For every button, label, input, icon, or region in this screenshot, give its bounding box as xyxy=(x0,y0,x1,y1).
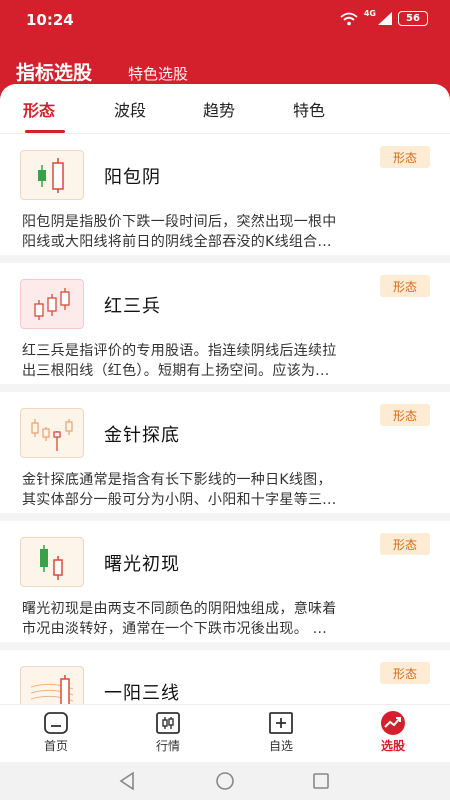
candlestick-hammer-icon xyxy=(20,408,84,458)
stock-picker-icon xyxy=(363,709,423,737)
category-badge: 形态 xyxy=(380,662,430,684)
candlestick-piercing-icon xyxy=(20,537,84,587)
card-description: 曙光初现是由两支不同颜色的阴阳烛组成，意味着 市况由淡转好，通常在一个下跌市况後… xyxy=(22,601,337,637)
home-circle-icon[interactable] xyxy=(215,771,235,795)
market-icon xyxy=(138,709,198,737)
strategy-card[interactable]: 阳包阴 形态 阳包阴是指股价下跌一段时间后，突然出现一根中 阳线或大阳线将前日的… xyxy=(0,134,450,263)
nav-home[interactable]: 首页 xyxy=(26,709,86,754)
candlestick-bullish-engulfing-icon xyxy=(20,150,84,200)
card-title: 一阳三线 xyxy=(104,683,180,704)
card-description: 阳包阴是指股价下跌一段时间后，突然出现一根中 阳线或大阳线将前日的阴线全部吞没的… xyxy=(22,214,337,250)
card-title: 金针探底 xyxy=(104,425,180,446)
category-tabs: 形态 波段 趋势 特色 xyxy=(0,84,450,134)
candlestick-three-soldiers-icon xyxy=(20,279,84,329)
candlestick-one-yang-three-lines-icon xyxy=(20,666,84,704)
nav-watchlist[interactable]: 自选 xyxy=(251,709,311,754)
category-badge: 形态 xyxy=(380,404,430,426)
wifi-icon xyxy=(340,12,358,26)
top-nav: 指标选股 特色选股 xyxy=(16,58,188,85)
home-icon xyxy=(26,709,86,737)
top-tab-featured-picker[interactable]: 特色选股 xyxy=(128,63,188,84)
strategy-card[interactable]: 曙光初现 形态 曙光初现是由两支不同颜色的阴阳烛组成，意味着 市况由淡转好，通常… xyxy=(0,521,450,650)
watchlist-add-icon xyxy=(251,709,311,737)
nav-stock-picker[interactable]: 选股 xyxy=(363,709,423,754)
tab-pattern[interactable]: 形态 xyxy=(23,97,55,121)
nav-market[interactable]: 行情 xyxy=(138,709,198,754)
tab-trend[interactable]: 趋势 xyxy=(203,97,235,121)
card-title: 红三兵 xyxy=(104,296,161,317)
status-time: 10:24 xyxy=(26,11,74,29)
tab-featured[interactable]: 特色 xyxy=(293,97,325,121)
category-badge: 形态 xyxy=(380,533,430,555)
content-sheet: 形态 波段 趋势 特色 阳包阴 形态 阳包阴是指股价下跌一段时间后，突然出现一根… xyxy=(0,84,450,704)
network-type: 4G xyxy=(363,9,376,18)
card-description: 红三兵是指评价的专用股语。指连续阴线后连续拉 出三根阳线（红色）。短期有上扬空间… xyxy=(22,343,337,379)
strategy-card[interactable]: 红三兵 形态 红三兵是指评价的专用股语。指连续阴线后连续拉 出三根阳线（红色）。… xyxy=(0,263,450,392)
status-icons: 4G 56 xyxy=(340,9,428,26)
strategy-card[interactable]: 一阳三线 形态 xyxy=(0,650,450,704)
strategy-card[interactable]: 金针探底 形态 金针探底通常是指含有长下影线的一种日K线图， 其实体部分一般可分… xyxy=(0,392,450,521)
status-bar: 10:24 4G 56 xyxy=(0,0,450,40)
recents-icon[interactable] xyxy=(312,771,330,795)
category-badge: 形态 xyxy=(380,275,430,297)
battery-indicator: 56 xyxy=(398,11,428,26)
active-tab-underline xyxy=(25,130,65,133)
back-icon[interactable] xyxy=(118,771,136,795)
top-tab-indicator-picker[interactable]: 指标选股 xyxy=(16,58,92,85)
tab-wave[interactable]: 波段 xyxy=(114,97,146,121)
bottom-nav: 首页 行情 自选 选股 xyxy=(0,704,450,762)
category-badge: 形态 xyxy=(380,146,430,168)
card-description: 金针探底通常是指含有长下影线的一种日K线图， 其实体部分一般可分为小阴、小阳和十… xyxy=(22,472,337,508)
signal-icon xyxy=(378,12,392,25)
card-title: 曙光初现 xyxy=(104,554,180,575)
system-nav-bar xyxy=(0,762,450,800)
card-title: 阳包阴 xyxy=(104,167,161,188)
